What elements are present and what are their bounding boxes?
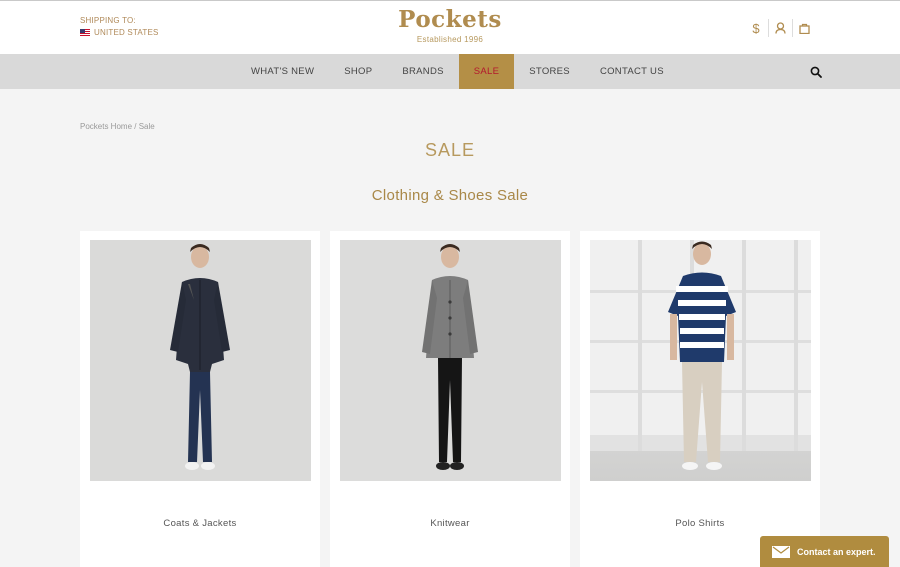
nav-item-whats-new[interactable]: WHAT'S NEW bbox=[236, 54, 329, 89]
product-image-coats-jackets[interactable] bbox=[90, 240, 311, 481]
page-title: SALE bbox=[424, 140, 476, 160]
product-image-polo-shirts[interactable] bbox=[590, 240, 811, 481]
model-knitwear-illustration bbox=[340, 240, 561, 481]
user-icon bbox=[775, 22, 786, 34]
product-image-knitwear[interactable] bbox=[340, 240, 561, 481]
model-jacket-illustration bbox=[90, 240, 311, 481]
shopping-bag-icon[interactable] bbox=[792, 19, 816, 37]
currency-symbol: $ bbox=[752, 20, 760, 36]
category-label[interactable]: Knitwear bbox=[330, 518, 570, 529]
category-label[interactable]: Coats & Jackets bbox=[80, 518, 320, 529]
category-card-knitwear[interactable]: Knitwear bbox=[330, 231, 570, 567]
bag-icon bbox=[799, 23, 810, 34]
category-grid: Coats & Jackets Knitwear Polo Shirts bbox=[80, 231, 821, 567]
model-polo-illustration bbox=[668, 241, 736, 470]
section-title: Clothing & Shoes Sale bbox=[371, 187, 529, 204]
currency-dollar-icon[interactable]: $ bbox=[744, 19, 768, 37]
breadcrumb-home[interactable]: Pockets Home bbox=[80, 122, 132, 131]
nav-items: WHAT'S NEW SHOP BRANDS SALE STORES CONTA… bbox=[236, 54, 679, 89]
envelope-icon bbox=[772, 545, 790, 558]
account-icon[interactable] bbox=[768, 19, 792, 37]
search-icon[interactable] bbox=[810, 66, 822, 78]
breadcrumb-separator: / bbox=[132, 122, 139, 131]
site-header: SHIPPING TO: UNITED STATES Pockets Estab… bbox=[0, 0, 900, 54]
nav-item-sale[interactable]: SALE bbox=[458, 54, 515, 89]
nav-item-shop[interactable]: SHOP bbox=[329, 54, 387, 89]
nav-item-contact-us[interactable]: CONTACT US bbox=[585, 54, 679, 89]
category-card-polo-shirts[interactable]: Polo Shirts bbox=[580, 231, 820, 567]
nav-item-brands[interactable]: BRANDS bbox=[387, 54, 458, 89]
category-card-coats-jackets[interactable]: Coats & Jackets bbox=[80, 231, 320, 567]
nav-item-stores[interactable]: STORES bbox=[514, 54, 585, 89]
category-label[interactable]: Polo Shirts bbox=[580, 518, 820, 529]
main-navigation: WHAT'S NEW SHOP BRANDS SALE STORES CONTA… bbox=[0, 54, 900, 89]
breadcrumb-current[interactable]: Sale bbox=[139, 122, 155, 131]
contact-expert-button[interactable]: Contact an expert. bbox=[760, 536, 889, 567]
contact-expert-label: Contact an expert. bbox=[797, 546, 876, 557]
header-actions: $ bbox=[744, 19, 816, 37]
breadcrumb: Pockets Home / Sale bbox=[80, 122, 155, 131]
